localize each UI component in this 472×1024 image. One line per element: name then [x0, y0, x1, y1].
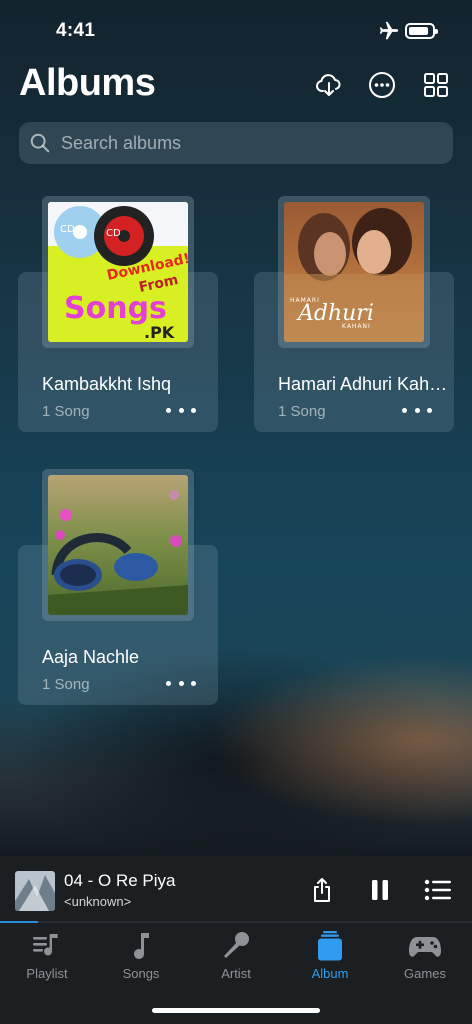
album-more-button[interactable] — [166, 400, 196, 420]
tab-label: Artist — [221, 966, 251, 981]
album-song-count: 1 Song — [278, 403, 326, 420]
album-song-count: 1 Song — [42, 403, 90, 420]
search-icon — [30, 133, 50, 153]
search-bar[interactable] — [19, 122, 453, 164]
album-art-hamari-adhuri: HAMARI Adhuri KAHANI — [284, 202, 424, 342]
album-name: Aaja Nachle — [42, 647, 140, 667]
status-bar: 4:41 — [0, 0, 472, 60]
svg-text:CD: CD — [60, 224, 75, 235]
share-button[interactable] — [306, 874, 338, 906]
album-artwork[interactable]: CD CD Download! From Songs .PK — [42, 196, 194, 348]
svg-text:KAHANI: KAHANI — [342, 323, 371, 330]
status-time: 4:41 — [56, 20, 96, 41]
svg-text:Songs: Songs — [64, 291, 167, 326]
pause-icon — [372, 880, 388, 900]
album-name: Kambakkht Ishq — [42, 374, 172, 394]
search-input[interactable] — [59, 131, 443, 155]
tab-games[interactable]: Games — [378, 929, 472, 987]
tab-songs[interactable]: Songs — [94, 929, 188, 987]
svg-text:.PK: .PK — [144, 323, 175, 342]
cloud-download-button[interactable] — [312, 68, 346, 102]
album-more-button[interactable] — [166, 673, 196, 693]
list-icon — [424, 879, 451, 901]
now-playing-artist: <unknown> — [64, 894, 132, 909]
now-playing-bar[interactable]: 04 - O Re Piya <unknown> — [0, 856, 472, 922]
tab-label: Album — [311, 966, 349, 981]
music-note-icon — [134, 933, 149, 959]
now-playing-artwork — [15, 871, 55, 911]
album-artwork[interactable]: HAMARI Adhuri KAHANI — [278, 196, 430, 348]
pause-button[interactable] — [364, 874, 396, 906]
home-indicator[interactable] — [152, 1008, 320, 1013]
album-more-button[interactable] — [402, 400, 432, 420]
microphone-icon — [224, 932, 249, 958]
album-art-kambakkht: CD CD Download! From Songs .PK — [48, 202, 188, 342]
grid-icon — [424, 73, 448, 97]
tab-playlist[interactable]: Playlist — [0, 929, 94, 987]
share-icon — [314, 878, 330, 902]
airplane-mode-icon — [379, 21, 399, 40]
queue-button[interactable] — [422, 874, 454, 906]
album-artwork[interactable] — [42, 469, 194, 621]
more-options-button[interactable] — [365, 68, 399, 102]
battery-icon — [405, 23, 438, 39]
now-playing-title: 04 - O Re Piya — [64, 871, 176, 890]
svg-text:CD: CD — [106, 228, 121, 239]
album-song-count: 1 Song — [42, 676, 90, 693]
album-name: Hamari Adhuri Kahaani — [278, 374, 450, 394]
tab-album[interactable]: Album — [283, 929, 377, 987]
grid-view-button[interactable] — [419, 68, 453, 102]
ellipsis-circle-icon — [369, 72, 395, 98]
gamepad-icon — [409, 937, 441, 957]
album-art-aaja-nachle — [48, 475, 188, 615]
page-title: Albums — [19, 62, 156, 104]
cloud-download-icon — [316, 74, 341, 96]
tab-label: Playlist — [26, 966, 68, 981]
album-icon — [318, 931, 342, 961]
playlist-icon — [33, 934, 58, 956]
tab-label: Songs — [122, 966, 160, 981]
tab-artist[interactable]: Artist — [189, 929, 283, 987]
tab-label: Games — [404, 966, 446, 981]
